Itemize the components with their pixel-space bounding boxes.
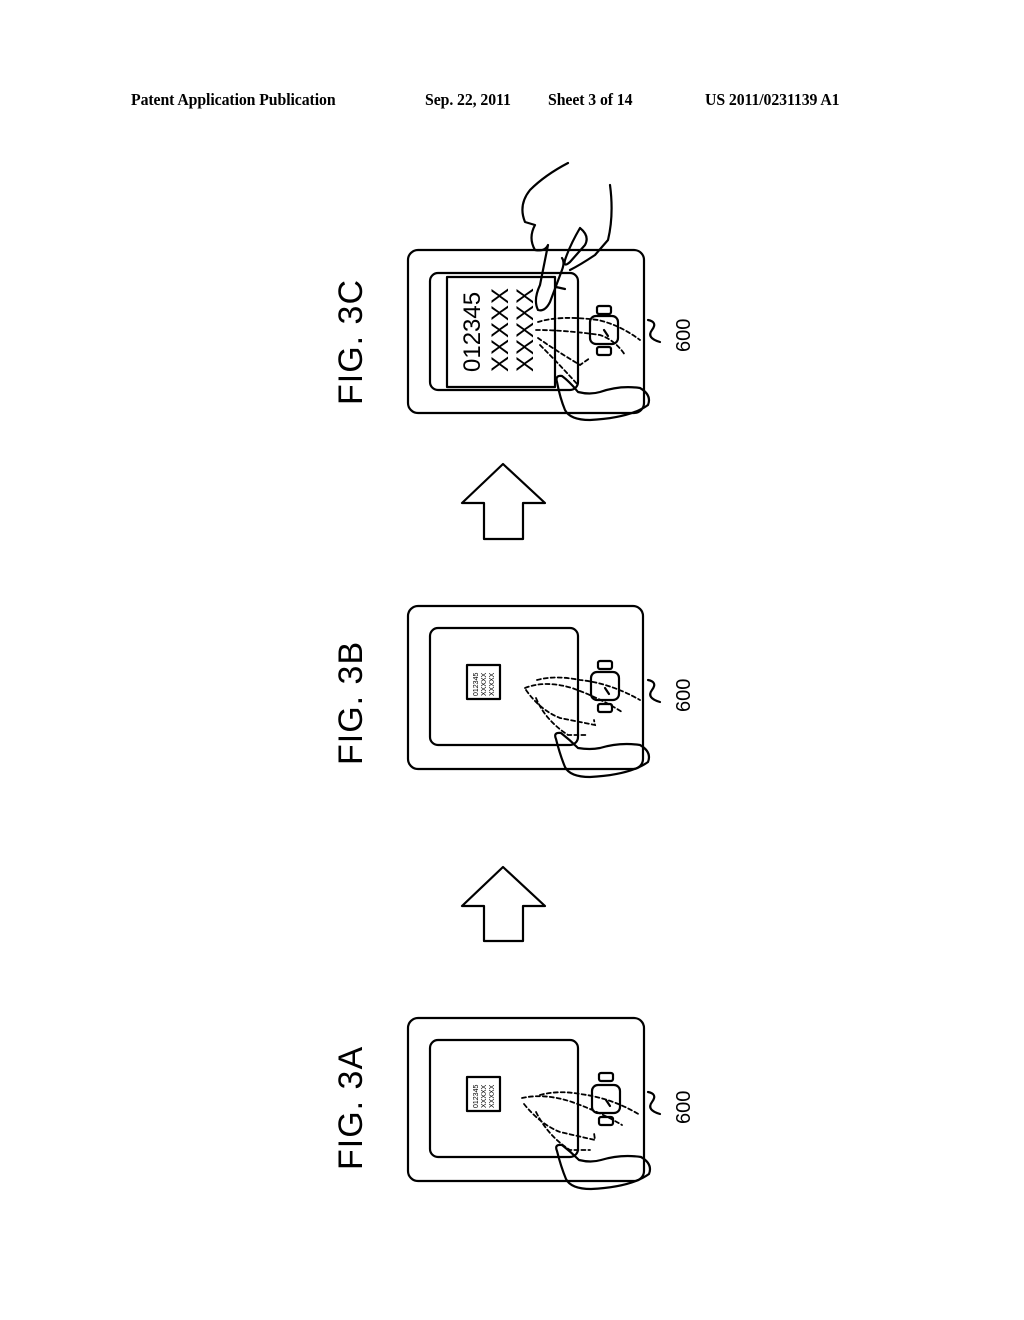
screen-line-3: XXXXX	[489, 1084, 496, 1108]
screen-line-2: XXXXX	[481, 1084, 488, 1108]
watch-icon	[589, 659, 621, 714]
reference-numeral-600: 600	[673, 319, 695, 352]
screen-line-2: XXXXX	[481, 672, 488, 696]
drawing-sheet: 012345 XXXXX XXXXX 600 012345 XXXXX XXXX…	[406, 161, 695, 1191]
up-arrow-icon	[460, 462, 547, 541]
sensing-region	[521, 1091, 641, 1151]
leader-line	[646, 678, 662, 704]
sensing-region	[535, 317, 641, 386]
holding-hand-icon	[555, 1143, 652, 1191]
watch-icon	[588, 304, 620, 357]
screen-text: 012345 XXXXX XXXXX	[473, 672, 496, 696]
screen-line-1: 012345	[473, 673, 480, 696]
leader-line	[646, 1090, 662, 1116]
device-screen-bezel	[428, 626, 580, 747]
figure-3b: 012345 XXXXX XXXXX 600	[406, 604, 695, 779]
screen-text: 012345 XXXXX XXXXX	[473, 1084, 496, 1108]
up-arrow-icon	[460, 865, 547, 943]
screen-line-3: XXXXX	[489, 672, 496, 696]
device-screen-bezel	[428, 1038, 580, 1159]
screen-line-2: XXXXX	[487, 287, 514, 372]
screen-line-1: 012345	[459, 292, 486, 372]
sensing-region	[524, 676, 641, 736]
figure-3c: 012345 XXXXX XXXXX 600	[406, 161, 695, 422]
screen-text: 012345 XXXXX XXXXX	[459, 287, 539, 372]
reference-numeral-600: 600	[673, 679, 695, 712]
figure-3a: 012345 XXXXX XXXXX 600	[406, 1016, 695, 1191]
leader-line	[646, 318, 662, 344]
holding-hand-icon	[554, 731, 651, 779]
reference-numeral-600: 600	[673, 1091, 695, 1124]
screen-line-1: 012345	[473, 1085, 480, 1108]
